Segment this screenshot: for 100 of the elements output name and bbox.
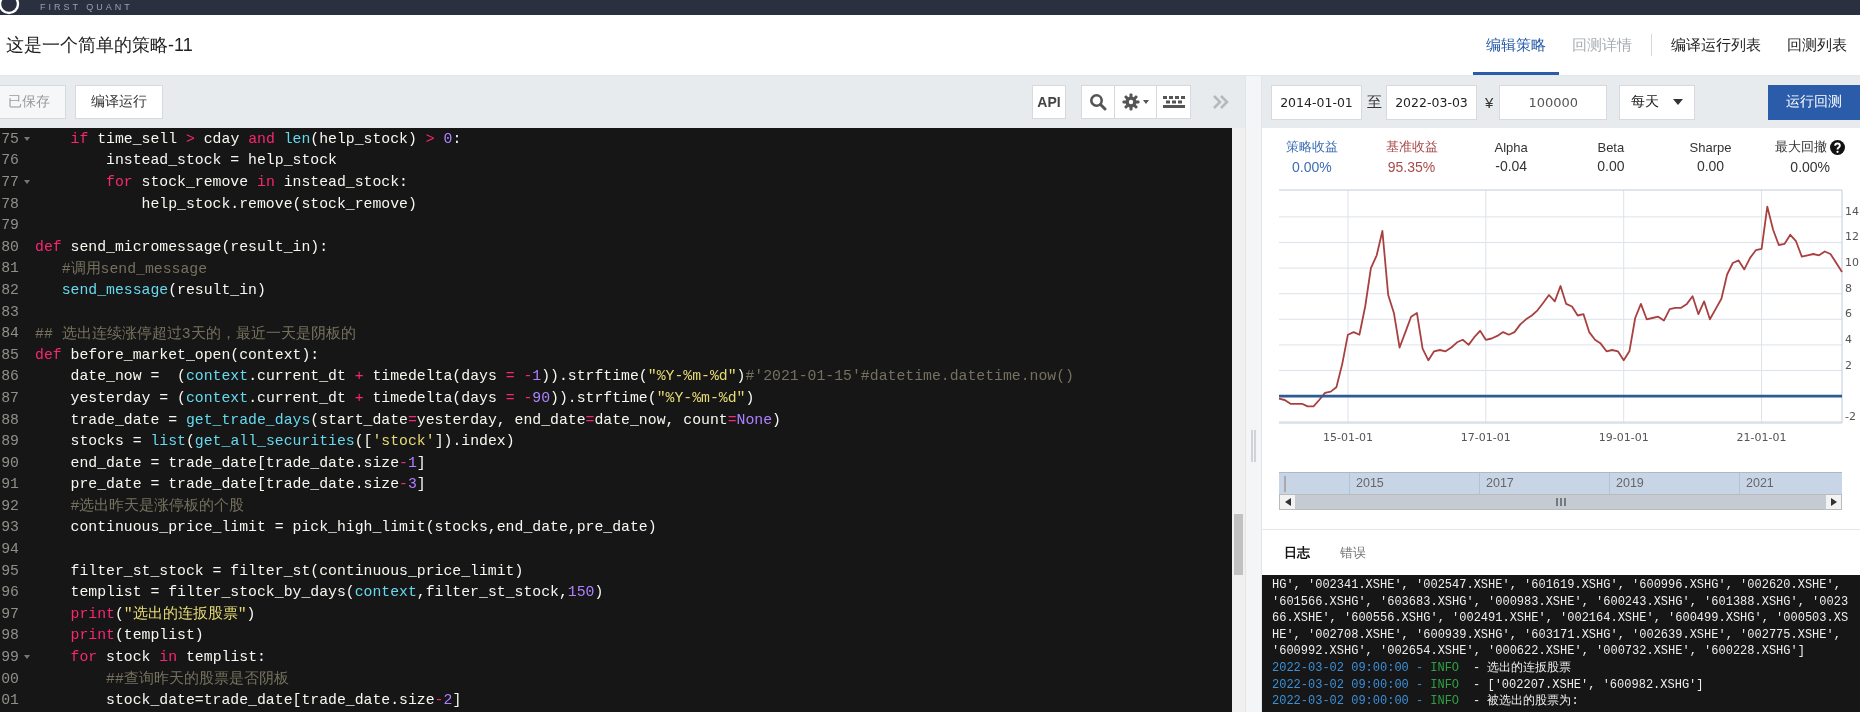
axis-label: 21-01-01 bbox=[1736, 431, 1787, 444]
frequency-dropdown[interactable]: 每天 bbox=[1619, 84, 1696, 120]
search-button[interactable] bbox=[1081, 85, 1115, 119]
grip-icon[interactable] bbox=[1251, 430, 1256, 462]
line-number: 86 bbox=[0, 368, 19, 385]
stat-value: 0.00% bbox=[1292, 159, 1332, 175]
range-navigator[interactable]: 2015 2017 2019 2021 bbox=[1279, 472, 1842, 510]
log-text: HG', '002341.XSHE', '002547.XSHE', '601619.XSHG', '600996.XSHG', '002620.XSHE', bbox=[1272, 577, 1842, 594]
code-line: ## 选出连续涨停超过3天的，最近一天是阴板的 bbox=[35, 324, 356, 343]
search-icon bbox=[1089, 93, 1107, 111]
log-timestamp: 2022-03-02 09:00:00 - bbox=[1272, 676, 1424, 694]
line-number: 01 bbox=[0, 692, 19, 709]
code-line: yesterday = (context.current_dt + timedelta(days = -90)).strftime("%Y-%m-%d") bbox=[69, 389, 755, 406]
currency-label: ¥ bbox=[1485, 93, 1494, 111]
axis-label: 6 bbox=[1845, 307, 1852, 321]
capital-field[interactable]: 100000 bbox=[1499, 84, 1608, 120]
scroll-left-button[interactable] bbox=[1280, 495, 1295, 509]
axis-label: 4 bbox=[1845, 332, 1852, 346]
line-number: 75 bbox=[0, 130, 19, 147]
scrollbar[interactable] bbox=[1232, 128, 1245, 712]
line-number: 89 bbox=[0, 433, 19, 450]
fold-icon[interactable] bbox=[24, 180, 30, 184]
log-level: INFO bbox=[1430, 676, 1460, 694]
api-button[interactable]: API bbox=[1032, 85, 1066, 119]
code-line: for stock in templist: bbox=[69, 649, 266, 666]
gear-icon bbox=[1121, 93, 1150, 111]
stat-label: Alpha bbox=[1494, 139, 1528, 155]
line-number: 78 bbox=[0, 195, 19, 212]
start-date-field[interactable]: 2014-01-01 bbox=[1271, 84, 1362, 120]
line-number: 96 bbox=[0, 584, 19, 601]
fold-icon[interactable] bbox=[24, 136, 30, 141]
nav-tab[interactable]: 编译运行列表 bbox=[1658, 15, 1774, 75]
settings-button[interactable] bbox=[1115, 85, 1157, 119]
line-number: 92 bbox=[0, 497, 19, 514]
log-tab[interactable]: 错误 bbox=[1340, 543, 1366, 562]
code-line: #选出昨天是涨停板的个股 bbox=[69, 496, 245, 516]
code-line: def send_micromessage(result_in): bbox=[35, 238, 329, 255]
code-line: end_date = trade_date[trade_date.size-1] bbox=[69, 454, 426, 471]
axis-label: -2 bbox=[1845, 409, 1856, 423]
line-number: 84 bbox=[0, 325, 19, 342]
toolbar-button[interactable]: 编译运行 bbox=[75, 85, 163, 119]
log-timestamp: 2022-03-02 09:00:00 - bbox=[1272, 693, 1424, 710]
run-backtest-button[interactable]: 运行回测 bbox=[1768, 84, 1860, 120]
line-number: 00 bbox=[0, 670, 19, 687]
code-editor[interactable] bbox=[0, 128, 1245, 712]
code-line: ##查询昨天的股票是否阴板 bbox=[105, 669, 289, 689]
code-line: pre_date = trade_date[trade_date.size-3] bbox=[69, 476, 426, 493]
right-arrow-icon bbox=[1830, 498, 1837, 506]
keyboard-button[interactable] bbox=[1157, 85, 1191, 119]
stat-value: 0.00 bbox=[1696, 157, 1725, 174]
code-line: #调用send_message bbox=[60, 259, 208, 278]
code-line: date_now = (context.current_dt + timedelta(days = -1)).strftime("%Y-%m-%d")#'2021-01-15'#datetime.datetime.now() bbox=[69, 368, 1074, 385]
code-line: continuous_price_limit = pick_high_limit(stocks,end_date,pre_date) bbox=[69, 519, 657, 536]
code-line: templist = filter_stock_by_days(context,filter_st_stock,150) bbox=[69, 584, 604, 601]
log-text: 66.XSHE', '600556.XSHG', '002491.XSHE', '002164.XSHE', '600499.XSHG', '000503.XS bbox=[1272, 610, 1850, 627]
code-line: help_stock.remove(stock_remove) bbox=[140, 195, 417, 212]
line-number: 91 bbox=[0, 476, 19, 493]
code-line: print("选出的连扳股票") bbox=[69, 604, 256, 624]
axis-label: 10 bbox=[1845, 256, 1859, 270]
line-number: 99 bbox=[0, 649, 19, 666]
code-line: if time_sell > cday and len(help_stock) > 0: bbox=[69, 130, 462, 147]
brand-name: FIRST QUANT bbox=[40, 1, 133, 14]
fold-icon[interactable] bbox=[24, 655, 30, 660]
line-number: 83 bbox=[0, 303, 19, 320]
stat-value: -0.04 bbox=[1495, 157, 1528, 174]
to-label: 至 bbox=[1367, 92, 1382, 112]
code-line: stock_date=trade_date[trade_date.size-2] bbox=[105, 692, 462, 709]
end-date-field[interactable]: 2022-03-03 bbox=[1386, 84, 1477, 120]
line-number: 81 bbox=[0, 260, 19, 277]
axis-label: 17-01-01 bbox=[1460, 431, 1511, 444]
caret-icon bbox=[1673, 99, 1684, 105]
code-line: def before_market_open(context): bbox=[35, 346, 320, 363]
line-number: 77 bbox=[0, 174, 19, 190]
line-number: 76 bbox=[0, 152, 19, 169]
line-number: 90 bbox=[0, 454, 19, 471]
stat-label: Beta bbox=[1597, 139, 1625, 155]
nav-tab[interactable]: 回测列表 bbox=[1774, 15, 1860, 75]
log-message: - ['002207.XSHE', '600982.XSHG'] bbox=[1473, 676, 1704, 694]
line-number: 94 bbox=[0, 541, 19, 558]
axis-label: 2 bbox=[1845, 358, 1852, 372]
axis-label: 19-01-01 bbox=[1598, 431, 1649, 444]
log-message: - 被选出的股票为: bbox=[1473, 693, 1579, 710]
stat-label: 基准收益 bbox=[1385, 138, 1438, 156]
code-line: instead_stock = help_stock bbox=[105, 152, 337, 169]
code-line: print(templist) bbox=[69, 627, 204, 644]
axis-label: 8 bbox=[1845, 281, 1852, 295]
line-number: 93 bbox=[0, 519, 19, 536]
log-level: INFO bbox=[1430, 659, 1460, 677]
keyboard-icon bbox=[1162, 95, 1185, 109]
line-number: 88 bbox=[0, 411, 19, 428]
log-timestamp: 2022-03-02 09:00:00 - bbox=[1272, 659, 1424, 677]
strategy-title: 这是一个简单的策略-11 bbox=[6, 34, 193, 57]
scroll-right-button[interactable] bbox=[1826, 495, 1841, 509]
left-arrow-icon bbox=[1284, 498, 1291, 506]
line-number: 79 bbox=[0, 217, 19, 234]
grip-icon bbox=[1555, 498, 1566, 506]
stat-label: Sharpe bbox=[1689, 139, 1732, 155]
line-number: 82 bbox=[0, 281, 19, 298]
help-icon[interactable] bbox=[1830, 139, 1846, 155]
range-handle[interactable] bbox=[1284, 475, 1286, 492]
